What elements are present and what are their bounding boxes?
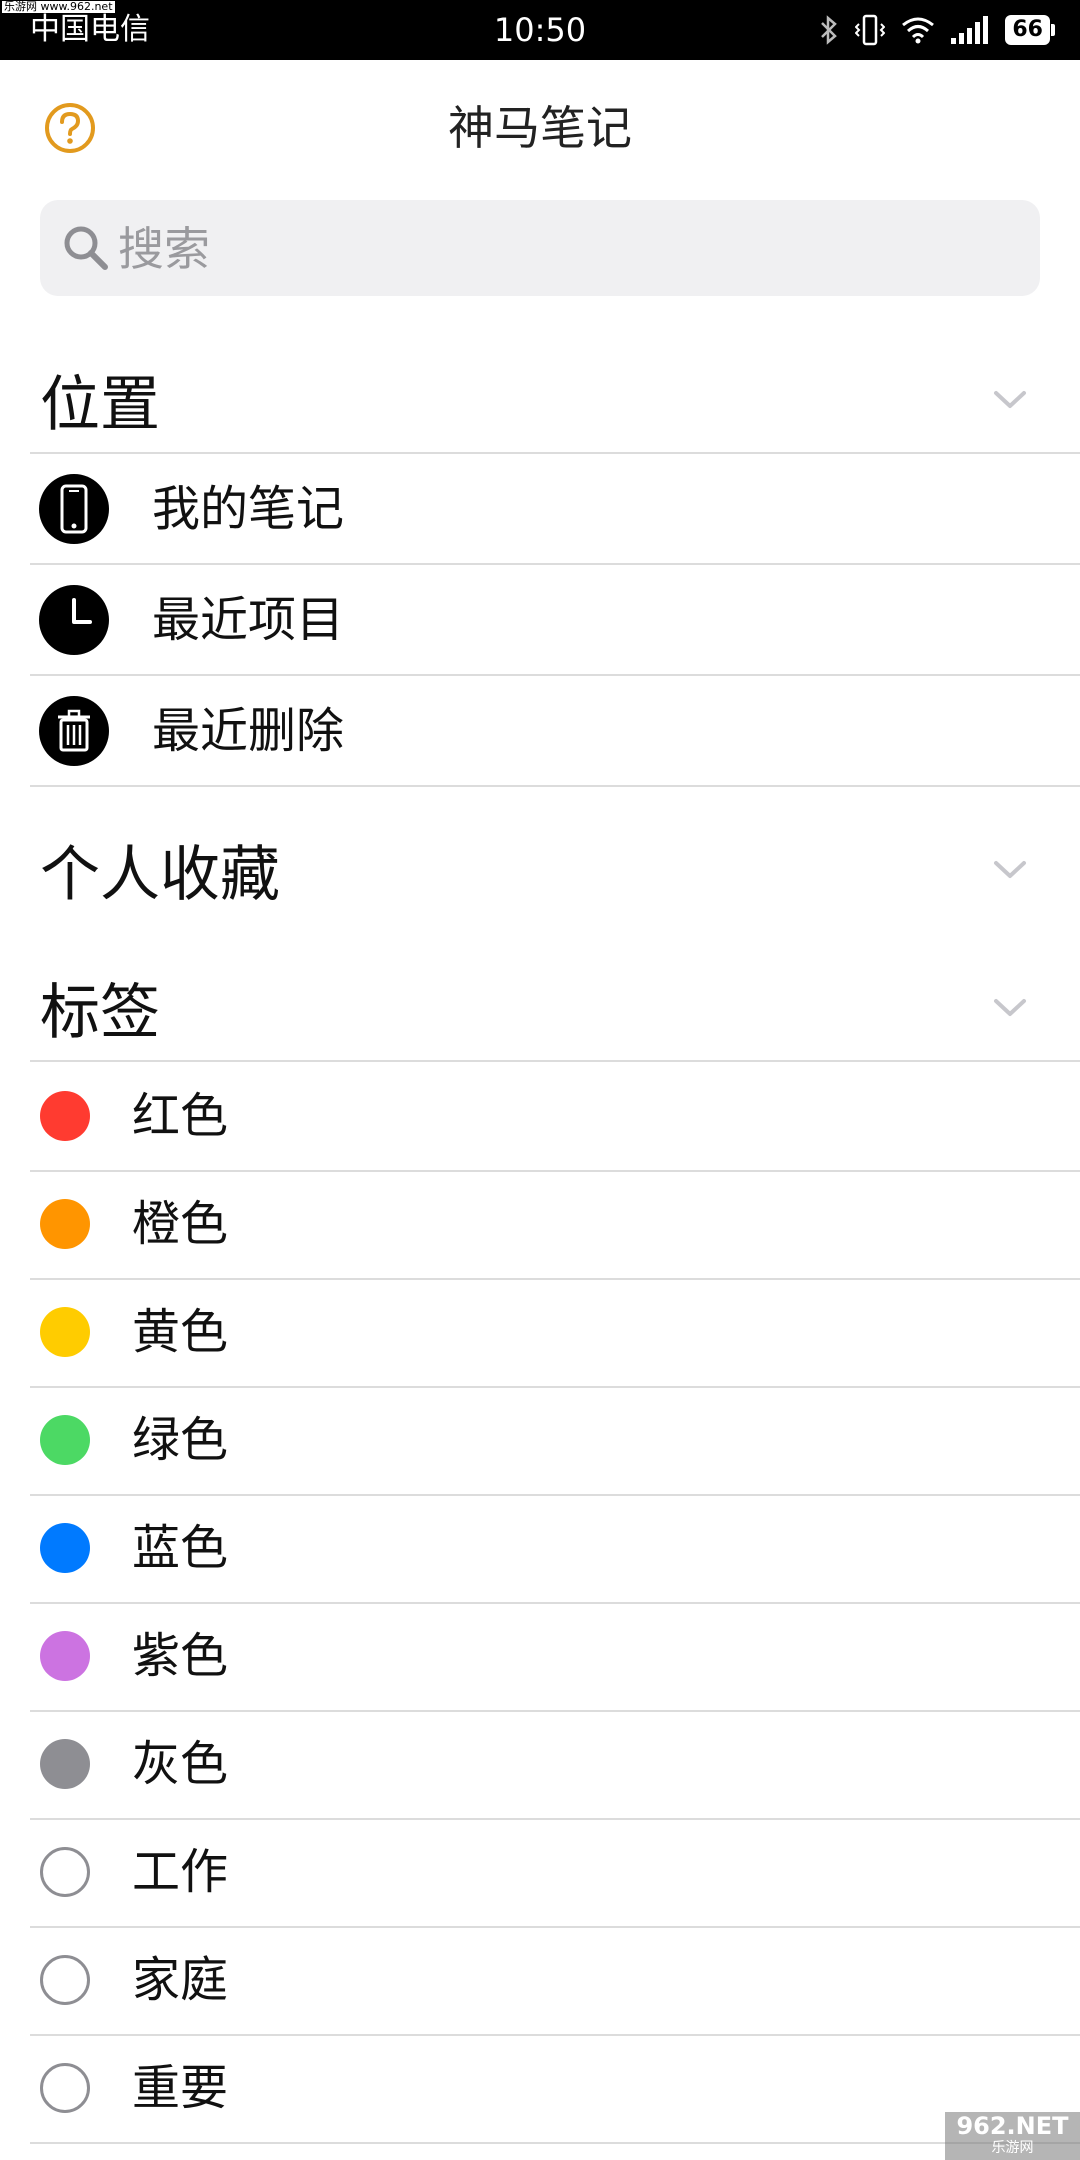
- status-bar: 乐游网 www.962.net 中国电信 10:50 66: [0, 0, 1080, 60]
- chevron-down-icon[interactable]: [992, 389, 1028, 411]
- search-input[interactable]: [116, 214, 1000, 284]
- battery-indicator: 66: [1005, 15, 1055, 45]
- color-dot-icon: [40, 1415, 90, 1465]
- chevron-down-icon[interactable]: [992, 859, 1028, 881]
- wifi-icon: [902, 17, 935, 44]
- tag-label: 橙色: [132, 1196, 229, 1252]
- empty-circle-icon: [40, 1955, 90, 2005]
- section-title: 标签: [40, 978, 160, 1048]
- bluetooth-icon: [821, 15, 838, 45]
- location-item-recent[interactable]: 最近项目: [0, 565, 1080, 675]
- tag-label: 红色: [132, 1088, 229, 1144]
- color-dot-icon: [40, 1739, 90, 1789]
- tag-label: 蓝色: [132, 1520, 229, 1576]
- color-dot-icon: [40, 1091, 90, 1141]
- empty-circle-icon: [40, 2063, 90, 2113]
- tag-item[interactable]: 家庭: [0, 1926, 1080, 2034]
- vibrate-icon: [855, 14, 886, 46]
- color-dot-icon: [40, 1199, 90, 1249]
- color-dot-icon: [40, 1631, 90, 1681]
- tag-item[interactable]: 黄色: [0, 1278, 1080, 1386]
- divider: [30, 785, 1080, 787]
- trash-icon: [39, 696, 109, 766]
- section-favorites-header[interactable]: 个人收藏: [0, 815, 1080, 925]
- tag-item[interactable]: 绿色: [0, 1386, 1080, 1494]
- divider: [30, 2142, 1080, 2144]
- color-dot-icon: [40, 1307, 90, 1357]
- signal-icon: [951, 16, 989, 44]
- section-tags-header[interactable]: 标签: [0, 953, 1080, 1063]
- watermark-main: 962.NET: [956, 2112, 1069, 2140]
- empty-circle-icon: [40, 1847, 90, 1897]
- tag-label: 紫色: [132, 1628, 229, 1684]
- page-title: 神马笔记: [448, 101, 632, 155]
- tag-label: 家庭: [132, 1952, 229, 2008]
- color-dot-icon: [40, 1523, 90, 1573]
- search-bar[interactable]: [40, 200, 1040, 296]
- search-icon: [64, 226, 108, 270]
- tag-item[interactable]: 橙色: [0, 1170, 1080, 1278]
- app-header: 神马笔记: [0, 60, 1080, 200]
- tag-label: 黄色: [132, 1304, 229, 1360]
- tag-label: 工作: [132, 1844, 229, 1900]
- tag-item[interactable]: 蓝色: [0, 1494, 1080, 1602]
- tag-item[interactable]: 紫色: [0, 1602, 1080, 1710]
- tag-label: 灰色: [132, 1736, 229, 1792]
- clock-icon: [39, 585, 109, 655]
- tag-item[interactable]: 红色: [0, 1062, 1080, 1170]
- location-item-label: 最近项目: [152, 592, 345, 648]
- section-title: 个人收藏: [40, 840, 280, 910]
- section-title: 位置: [40, 370, 160, 440]
- status-icons: 66: [819, 12, 1055, 48]
- location-item-recently-deleted[interactable]: 最近删除: [0, 676, 1080, 786]
- tag-label: 重要: [132, 2060, 229, 2116]
- tag-item[interactable]: 重要: [0, 2034, 1080, 2142]
- location-item-label: 最近删除: [152, 703, 345, 759]
- phone-icon: [39, 474, 109, 544]
- watermark-sub: 乐游网: [991, 2140, 1034, 2156]
- site-watermark-logo: 962.NET 乐游网: [945, 2112, 1080, 2160]
- tag-item[interactable]: 灰色: [0, 1710, 1080, 1818]
- tag-label: 绿色: [132, 1412, 229, 1468]
- location-item-my-notes[interactable]: 我的笔记: [0, 454, 1080, 564]
- chevron-down-icon[interactable]: [992, 997, 1028, 1019]
- section-location-header[interactable]: 位置: [0, 345, 1080, 455]
- tag-item[interactable]: 工作: [0, 1818, 1080, 1926]
- location-item-label: 我的笔记: [152, 481, 345, 537]
